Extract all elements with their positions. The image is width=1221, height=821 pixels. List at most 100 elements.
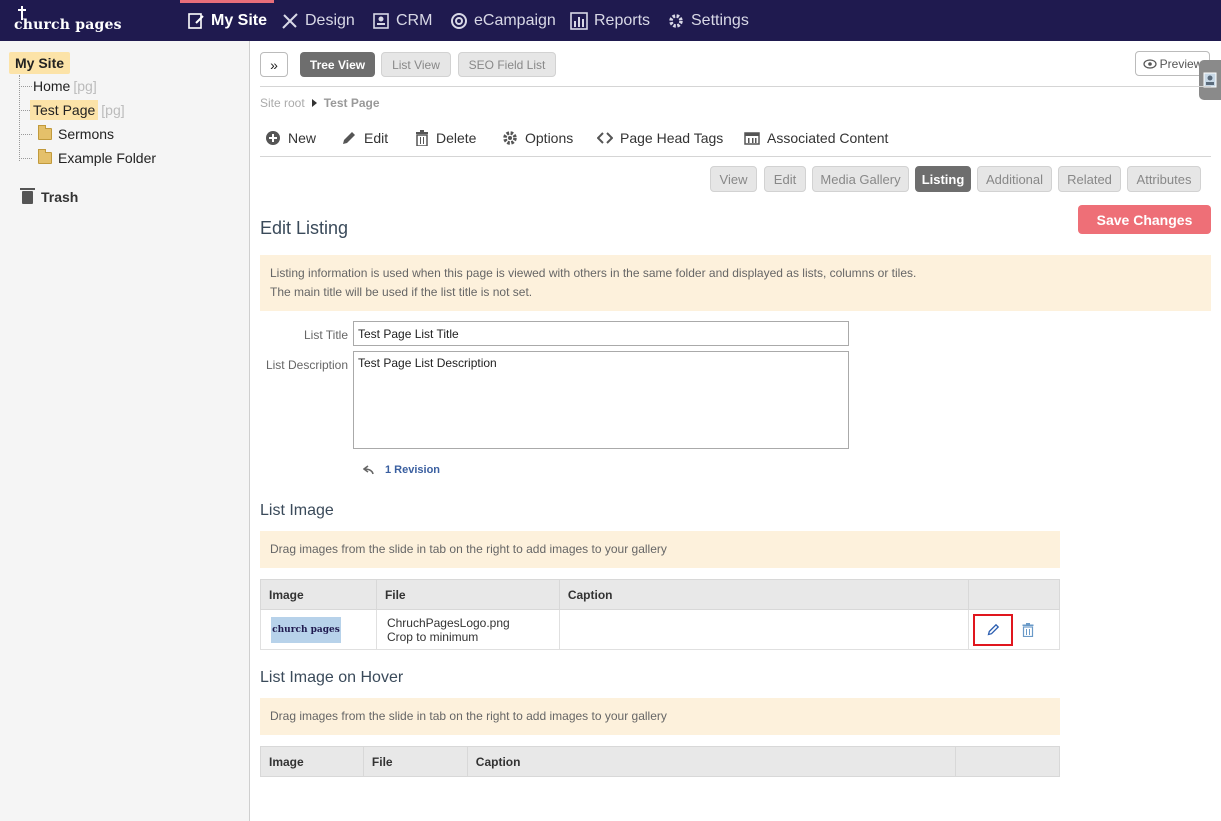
toolbar-label: Options — [525, 130, 574, 146]
undo-arrow-icon — [363, 465, 374, 475]
gear-icon — [669, 13, 683, 28]
nav-my-site[interactable]: My Site — [179, 0, 275, 41]
content-grid-icon — [744, 132, 760, 145]
double-chevron-right-icon: » — [270, 56, 278, 73]
tab-additional[interactable]: Additional — [977, 166, 1052, 192]
page-type-tag: [pg] — [101, 102, 125, 118]
delete-button[interactable]: Delete — [415, 130, 476, 146]
hover-image-table: Image File Caption — [260, 746, 1060, 777]
column-header-actions — [955, 746, 1060, 777]
breadcrumb-current: Test Page — [323, 96, 380, 110]
breadcrumb-separator-icon — [311, 99, 317, 107]
nav-label: eCampaign — [474, 11, 556, 29]
nav-design[interactable]: Design — [281, 0, 355, 41]
tree-item-example-folder[interactable]: Example Folder — [38, 149, 156, 166]
tab-media-gallery[interactable]: Media Gallery — [812, 166, 909, 192]
breadcrumb: Site root Test Page — [260, 96, 380, 110]
toolbar-label: Page Head Tags — [620, 130, 724, 146]
tree-item-label: Test Page — [30, 100, 99, 120]
nav-settings[interactable]: Settings — [667, 0, 749, 41]
slide-in-media-tab[interactable] — [1199, 60, 1221, 100]
tree-item-home[interactable]: Home [pg] — [33, 78, 97, 94]
revision-label: 1 Revision — [385, 464, 441, 476]
breadcrumb-root[interactable]: Site root — [260, 96, 305, 110]
edit-button[interactable]: Edit — [341, 130, 388, 146]
tree-root-my-site[interactable]: My Site — [9, 52, 71, 74]
toolbar-label: New — [288, 130, 317, 146]
column-header-caption: Caption — [558, 579, 970, 610]
gear-icon — [503, 131, 517, 145]
info-text: The main title will be used if the list … — [270, 285, 533, 299]
nav-label: Settings — [691, 11, 749, 29]
list-description-textarea[interactable]: Test Page List Description — [353, 351, 849, 449]
column-header-actions — [968, 579, 1060, 610]
tree-connector — [19, 75, 20, 161]
list-view-button[interactable]: List View — [381, 52, 451, 77]
tree-item-trash[interactable]: Trash — [20, 187, 78, 205]
list-image-heading: List Image — [260, 502, 334, 519]
column-header-image: Image — [260, 579, 377, 610]
tab-edit[interactable]: Edit — [764, 166, 806, 192]
edit-listing-heading: Edit Listing — [260, 218, 349, 238]
file-name: ChruchPagesLogo.png — [386, 615, 510, 630]
divider — [260, 156, 1211, 157]
tab-view[interactable]: View — [710, 166, 757, 192]
list-description-label: List Description — [265, 358, 348, 372]
tree-item-sermons[interactable]: Sermons — [38, 125, 114, 142]
logo-text: church pages — [14, 17, 122, 33]
listing-info-box: Listing information is used when this pa… — [260, 255, 1211, 311]
revision-link[interactable]: 1 Revision — [363, 464, 440, 476]
site-tree-sidebar: My Site Home [pg] Test Page [pg] Sermons… — [0, 41, 250, 821]
crop-mode: Crop to minimum — [386, 629, 479, 644]
info-text: Drag images from the slide in tab on the… — [270, 709, 667, 723]
page-type-tag: [pg] — [73, 78, 97, 94]
save-changes-button[interactable]: Save Changes — [1078, 205, 1211, 234]
tree-connector — [19, 158, 32, 159]
tab-related[interactable]: Related — [1058, 166, 1121, 192]
tree-connector — [19, 86, 32, 87]
page-head-tags-button[interactable]: Page Head Tags — [597, 130, 723, 146]
list-title-input[interactable] — [353, 321, 849, 346]
seo-field-list-button[interactable]: SEO Field List — [458, 52, 556, 77]
options-button[interactable]: Options — [502, 130, 573, 146]
nav-ecampaign[interactable]: eCampaign — [450, 0, 556, 41]
expand-panel-button[interactable]: » — [260, 52, 288, 77]
trash-icon — [416, 130, 428, 146]
info-text: Drag images from the slide in tab on the… — [270, 542, 667, 556]
toolbar-label: Associated Content — [767, 130, 889, 146]
new-button[interactable]: New — [265, 130, 316, 146]
delete-image-icon[interactable] — [1022, 622, 1034, 637]
church-pages-logo[interactable]: church pages — [14, 6, 164, 36]
associated-content-button[interactable]: Associated Content — [744, 130, 888, 146]
bar-chart-icon — [570, 11, 588, 30]
divider — [260, 86, 1211, 87]
tab-attributes[interactable]: Attributes — [1127, 166, 1201, 192]
image-thumbnail[interactable]: church pages — [271, 616, 341, 643]
caption-cell[interactable] — [558, 609, 970, 650]
pencil-icon — [987, 623, 999, 636]
file-cell: ChruchPagesLogo.png Crop to minimum — [375, 609, 560, 650]
list-image-dropzone: Drag images from the slide in tab on the… — [260, 531, 1060, 568]
trash-icon — [20, 187, 35, 204]
tree-item-test-page[interactable]: Test Page [pg] — [30, 100, 125, 120]
tab-listing[interactable]: Listing — [915, 166, 971, 192]
plus-circle-icon — [266, 131, 280, 145]
nav-label: My Site — [211, 11, 268, 29]
table-row: church pages ChruchPagesLogo.png Crop to… — [260, 609, 1060, 650]
edit-image-button[interactable] — [973, 613, 1014, 646]
nav-label: Design — [305, 11, 355, 29]
nav-crm[interactable]: CRM — [372, 0, 432, 41]
nav-reports[interactable]: Reports — [570, 0, 650, 41]
column-header-caption: Caption — [466, 746, 957, 777]
tree-view-button[interactable]: Tree View — [300, 52, 375, 77]
cross-icon — [18, 9, 26, 11]
folder-icon — [38, 149, 52, 164]
table-header-row: Image File Caption — [260, 579, 1060, 610]
eye-icon — [1143, 58, 1157, 69]
folder-icon — [38, 125, 52, 140]
hover-image-heading: List Image on Hover — [260, 669, 404, 686]
code-brackets-icon — [597, 132, 613, 144]
top-navigation: church pages My Site Design CRM eCampaig… — [0, 0, 1221, 41]
at-sign-icon — [451, 12, 467, 29]
column-header-file: File — [362, 746, 468, 777]
